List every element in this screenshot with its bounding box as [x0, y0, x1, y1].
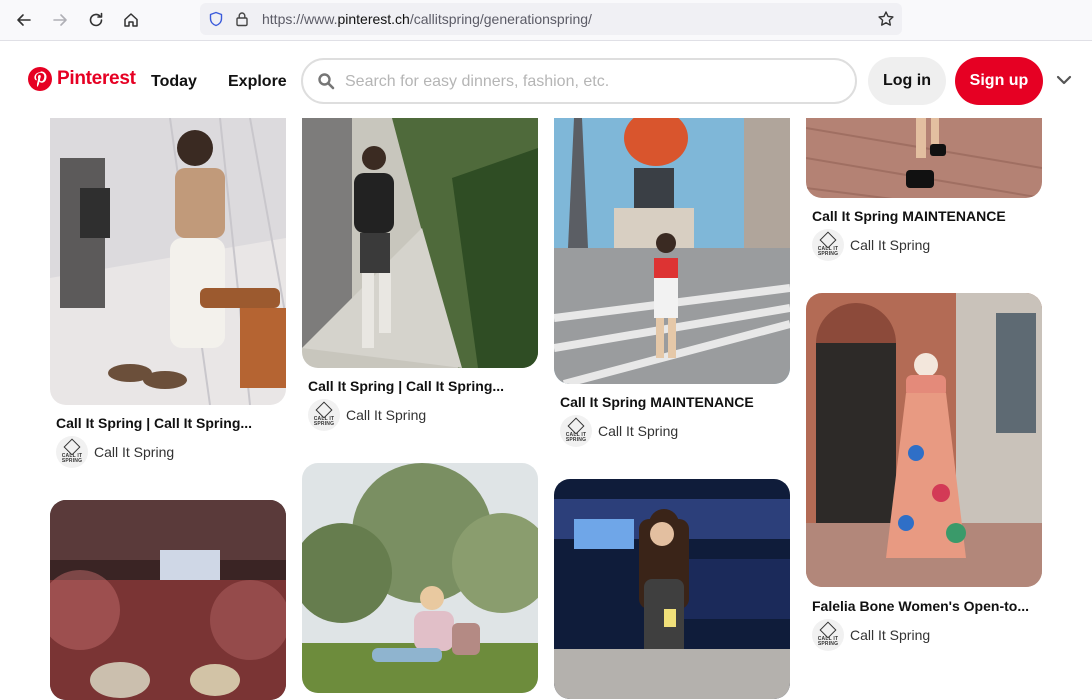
search-bar[interactable] — [301, 58, 857, 104]
avatar-text-line2: SPRING — [817, 250, 839, 257]
home-icon — [124, 13, 138, 27]
pin-author[interactable]: CALL IT SPRING Call It Spring — [812, 229, 930, 261]
nav-explore-link[interactable]: Explore — [228, 73, 287, 91]
pin-card[interactable]: Call It Spring MAINTENANCE CALL IT SPRING… — [554, 118, 790, 448]
address-bar[interactable]: https://www.pinterest.ch/callitspring/ge… — [200, 3, 902, 35]
pin-image[interactable] — [554, 118, 790, 384]
pin-card[interactable]: Falelia Bone Women's Open-to... CALL IT S… — [806, 293, 1042, 653]
search-input[interactable] — [343, 70, 827, 94]
pin-card[interactable] — [302, 463, 538, 693]
avatar-text-line2: SPRING — [313, 420, 335, 427]
login-button[interactable]: Log in — [868, 57, 946, 105]
avatar-text-line2: SPRING — [565, 436, 587, 443]
pin-title[interactable]: Call It Spring MAINTENANCE — [812, 208, 1038, 224]
pin-image[interactable] — [806, 293, 1042, 587]
forward-arrow-icon — [53, 14, 67, 26]
site-header: Pinterest Today Explore Log in Sign up — [0, 41, 1092, 121]
forward-button[interactable] — [46, 6, 74, 34]
avatar[interactable]: CALL IT SPRING — [812, 229, 844, 261]
pin-card[interactable]: Call It Spring | Call It Spring... CALL … — [50, 118, 286, 470]
pin-image[interactable] — [554, 479, 790, 699]
author-name[interactable]: Call It Spring — [94, 444, 174, 460]
url-path: /callitspring/generationspring/ — [409, 11, 592, 27]
pin-author[interactable]: CALL IT SPRING Call It Spring — [56, 436, 174, 468]
pin-card[interactable] — [554, 479, 790, 699]
home-button[interactable] — [117, 6, 145, 34]
pin-author[interactable]: CALL IT SPRING Call It Spring — [308, 399, 426, 431]
avatar[interactable]: CALL IT SPRING — [56, 436, 88, 468]
url-host: pinterest.ch — [337, 11, 410, 27]
author-name[interactable]: Call It Spring — [850, 237, 930, 253]
avatar-text-line2: SPRING — [817, 640, 839, 647]
author-name[interactable]: Call It Spring — [346, 407, 426, 423]
pin-title[interactable]: Falelia Bone Women's Open-to... — [812, 598, 1038, 614]
nav-today-link[interactable]: Today — [151, 73, 197, 91]
pin-author[interactable]: CALL IT SPRING Call It Spring — [812, 619, 930, 651]
url-prefix: https://www. — [262, 11, 338, 27]
bookmark-star-icon[interactable] — [877, 10, 895, 28]
browser-toolbar: https://www.pinterest.ch/callitspring/ge… — [0, 0, 1092, 41]
pin-author[interactable]: CALL IT SPRING Call It Spring — [560, 415, 678, 447]
avatar[interactable]: CALL IT SPRING — [308, 399, 340, 431]
pin-title[interactable]: Call It Spring | Call It Spring... — [308, 378, 534, 394]
pinterest-logo-icon — [28, 67, 52, 91]
back-arrow-icon — [17, 14, 31, 26]
pin-title[interactable]: Call It Spring MAINTENANCE — [560, 394, 786, 410]
signup-button[interactable]: Sign up — [955, 57, 1043, 105]
pin-image[interactable] — [806, 118, 1042, 198]
pin-card[interactable]: Call It Spring MAINTENANCE CALL IT SPRING… — [806, 118, 1042, 268]
pin-card[interactable] — [50, 500, 286, 700]
logo-text: Pinterest — [57, 68, 136, 89]
back-button[interactable] — [10, 6, 38, 34]
avatar-text-line2: SPRING — [61, 457, 83, 464]
pin-image[interactable] — [302, 118, 538, 368]
tracking-shield-icon[interactable] — [208, 11, 224, 27]
pin-title[interactable]: Call It Spring | Call It Spring... — [56, 415, 282, 431]
chevron-down-icon[interactable] — [1055, 73, 1073, 87]
search-icon — [318, 73, 335, 90]
lock-icon[interactable] — [235, 11, 249, 27]
url-text[interactable]: https://www.pinterest.ch/callitspring/ge… — [262, 11, 592, 27]
pin-card[interactable]: Call It Spring | Call It Spring... CALL … — [302, 118, 538, 433]
avatar[interactable]: CALL IT SPRING — [560, 415, 592, 447]
reload-icon — [89, 12, 103, 27]
avatar[interactable]: CALL IT SPRING — [812, 619, 844, 651]
pinterest-logo[interactable]: Pinterest — [28, 67, 136, 91]
author-name[interactable]: Call It Spring — [850, 627, 930, 643]
pin-image[interactable] — [50, 118, 286, 405]
pin-image[interactable] — [302, 463, 538, 693]
reload-button[interactable] — [82, 6, 110, 34]
pin-image[interactable] — [50, 500, 286, 700]
author-name[interactable]: Call It Spring — [598, 423, 678, 439]
